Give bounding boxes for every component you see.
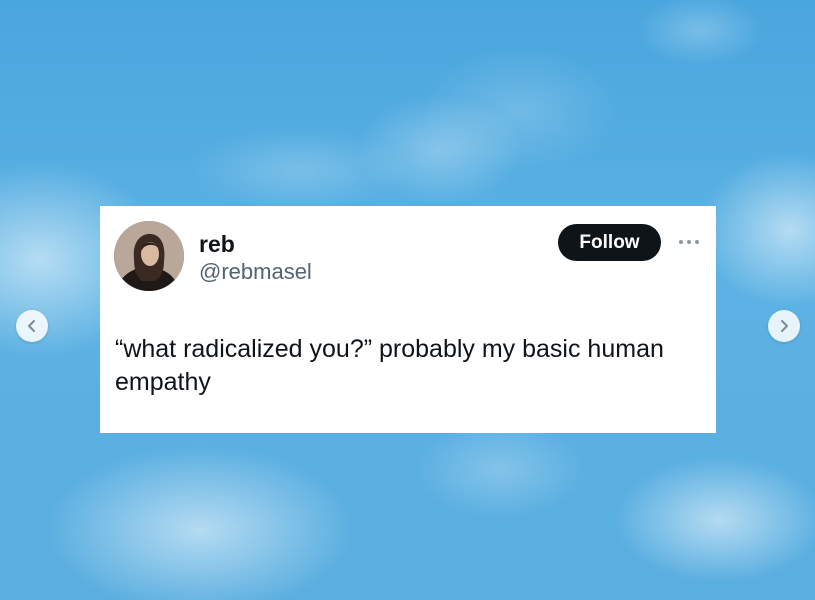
- avatar-photo: [114, 221, 184, 291]
- follow-button[interactable]: Follow: [558, 224, 661, 261]
- chevron-left-icon: [28, 320, 35, 332]
- post-card: reb @rebmasel Follow “what radicalized y…: [100, 206, 716, 433]
- next-slide-button[interactable]: [768, 310, 800, 342]
- chevron-right-icon: [781, 320, 788, 332]
- previous-slide-button[interactable]: [16, 310, 48, 342]
- more-options-button[interactable]: [676, 234, 702, 250]
- user-handle[interactable]: @rebmasel: [199, 259, 312, 285]
- avatar[interactable]: [114, 221, 184, 291]
- screen: reb @rebmasel Follow “what radicalized y…: [0, 0, 815, 600]
- more-horizontal-icon: [679, 240, 699, 244]
- display-name[interactable]: reb: [199, 230, 235, 258]
- post-text: “what radicalized you?” probably my basi…: [115, 335, 664, 396]
